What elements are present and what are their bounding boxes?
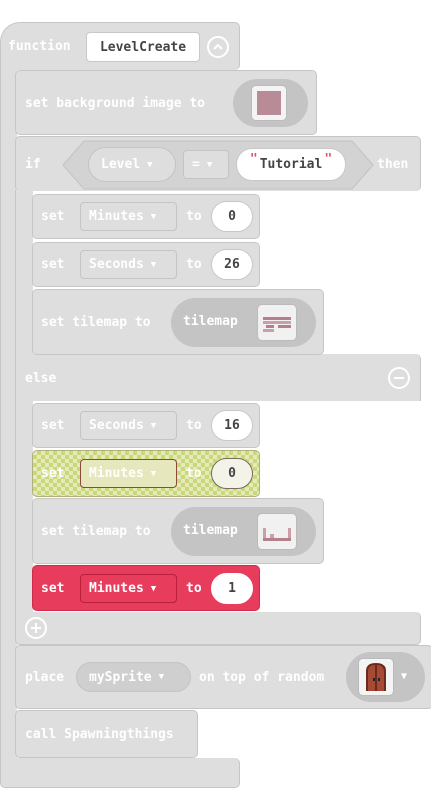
set-tilemap-block[interactable]: set tilemap to tilemap	[32, 498, 324, 564]
minutes-variable-dropdown[interactable]: Minutes ▼	[80, 202, 177, 231]
minutes-value-input[interactable]: 0	[211, 201, 253, 232]
chevron-down-icon: ▼	[150, 583, 157, 594]
to-keyword: to	[186, 257, 202, 272]
set-keyword: set	[41, 418, 65, 433]
minutes-variable-dropdown[interactable]: Minutes ▼	[80, 574, 177, 603]
set-tilemap-label: set tilemap to	[41, 315, 151, 330]
set-background-block[interactable]: set background image to	[15, 70, 317, 135]
to-keyword: to	[186, 418, 202, 433]
chevron-down-icon: ▼	[150, 259, 157, 270]
pink-square-image-icon	[251, 85, 287, 121]
chevron-down-icon: ▼	[401, 671, 408, 682]
level-variable-label: Level	[101, 157, 141, 172]
tilemap-reporter[interactable]: tilemap	[171, 507, 316, 556]
set-minutes-block[interactable]: set Minutes ▼ to 0	[32, 194, 260, 239]
call-label: call Spawningthings	[25, 727, 174, 742]
chevron-down-icon: ▼	[150, 468, 157, 479]
set-minutes-block-highlighted[interactable]: set Minutes ▼ to 0	[32, 450, 260, 497]
place-sprite-block[interactable]: place mySprite ▼ on top of random ▼	[15, 645, 431, 709]
seconds-variable-dropdown[interactable]: Seconds ▼	[80, 411, 177, 440]
chevron-down-icon: ▼	[147, 159, 153, 170]
to-keyword: to	[186, 209, 202, 224]
set-tilemap-label: set tilemap to	[41, 524, 151, 539]
seconds-value-input[interactable]: 16	[211, 410, 253, 441]
minutes-variable-label: Minutes	[89, 581, 144, 596]
else-bar	[15, 354, 421, 401]
to-keyword: to	[186, 581, 202, 596]
seconds-variable-label: Seconds	[89, 257, 144, 272]
image-picker[interactable]	[233, 79, 308, 127]
tile-picker[interactable]: ▼	[346, 652, 425, 702]
set-keyword: set	[41, 466, 65, 481]
function-keyword: function	[8, 39, 71, 54]
plus-circle-icon[interactable]	[25, 617, 47, 639]
sprite-variable-dropdown[interactable]: mySprite ▼	[76, 662, 191, 692]
minus-circle-icon[interactable]	[388, 367, 410, 389]
minutes-value-input[interactable]: 0	[211, 458, 253, 489]
minutes-variable-label: Minutes	[89, 466, 144, 481]
call-function-block[interactable]: call Spawningthings	[15, 710, 198, 758]
tilemap-reporter[interactable]: tilemap	[171, 298, 316, 347]
place-label: place	[25, 670, 65, 685]
then-keyword: then	[377, 157, 409, 172]
minutes-value-input[interactable]: 1	[211, 573, 253, 604]
else-keyword: else	[25, 371, 57, 386]
set-keyword: set	[41, 257, 65, 272]
chevron-down-icon: ▼	[150, 420, 157, 431]
sprite-variable-label: mySprite	[89, 669, 152, 685]
tilemap-preview-icon	[257, 304, 297, 341]
function-footer	[0, 758, 240, 788]
if-spine	[15, 190, 33, 355]
chevron-down-icon: ▼	[150, 211, 157, 222]
tutorial-string-value: Tutorial	[259, 157, 323, 172]
set-background-label: set background image to	[25, 96, 206, 111]
set-tilemap-block[interactable]: set tilemap to tilemap	[32, 289, 324, 355]
door-tile-icon	[358, 658, 394, 696]
if-keyword: if	[25, 157, 41, 172]
set-keyword: set	[41, 581, 65, 596]
chevron-down-icon: ▼	[206, 159, 213, 170]
open-quote: "	[249, 152, 258, 167]
seconds-variable-label: Seconds	[89, 418, 144, 433]
to-keyword: to	[186, 466, 202, 481]
seconds-variable-dropdown[interactable]: Seconds ▼	[80, 250, 177, 279]
on-top-of-random-label: on top of random	[199, 670, 325, 685]
tilemap-reporter-label: tilemap	[183, 523, 238, 538]
operator-label: =	[192, 157, 200, 172]
function-name-field[interactable]: LevelCreate	[86, 32, 200, 62]
set-keyword: set	[41, 209, 65, 224]
operator-dropdown[interactable]: = ▼	[183, 150, 229, 179]
minutes-variable-dropdown[interactable]: Minutes ▼	[80, 459, 177, 488]
set-seconds-block[interactable]: set Seconds ▼ to 26	[32, 242, 260, 287]
else-spine	[15, 400, 33, 615]
tilemap-preview-icon	[257, 513, 297, 550]
set-minutes-block-error[interactable]: set Minutes ▼ to 1	[32, 565, 260, 611]
chevron-up-circle-icon[interactable]	[207, 36, 229, 58]
minutes-variable-label: Minutes	[89, 209, 144, 224]
tutorial-string-input[interactable]: " Tutorial "	[236, 148, 346, 181]
chevron-down-icon: ▼	[158, 672, 165, 682]
close-quote: "	[324, 152, 333, 167]
if-footer	[15, 612, 421, 645]
tilemap-reporter-label: tilemap	[183, 314, 238, 329]
level-variable-dropdown[interactable]: Level ▼	[88, 147, 176, 182]
set-seconds-block[interactable]: set Seconds ▼ to 16	[32, 403, 260, 448]
seconds-value-input[interactable]: 26	[211, 249, 253, 280]
